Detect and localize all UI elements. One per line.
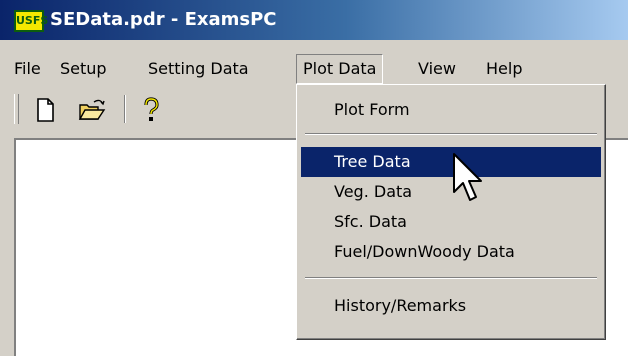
mouse-cursor-icon [453,153,482,201]
menu-setting-data[interactable]: Setting Data [148,56,249,82]
window-title: SEData.pdr - ExamsPC [50,9,277,30]
help-button[interactable] [136,96,166,124]
menu-item-history-remarks[interactable]: History/Remarks [301,291,601,321]
menu-plot-data[interactable]: Plot Data [296,54,384,84]
menu-bar: File Setup Setting Data Plot Data View H… [0,48,628,88]
help-icon [144,97,159,121]
open-folder-icon [78,99,106,120]
title-bar[interactable]: USFS SEData.pdr - ExamsPC [0,0,628,40]
app-shield-icon: USFS [14,10,48,32]
menu-separator [305,133,597,135]
menu-view[interactable]: View [418,56,456,82]
menu-item-fuel-downwoody-data[interactable]: Fuel/DownWoody Data [301,237,601,267]
new-document-button[interactable] [30,96,60,124]
menu-separator [305,277,597,279]
plot-data-dropdown: Plot Form Tree Data Veg. Data Sfc. Data … [296,84,606,340]
menu-item-veg-data[interactable]: Veg. Data [301,177,601,207]
toolbar-separator [124,95,126,123]
menu-help[interactable]: Help [486,56,522,82]
new-document-icon [37,98,54,122]
menu-setup[interactable]: Setup [60,56,107,82]
menu-file[interactable]: File [14,56,41,82]
toolbar-grip[interactable] [14,94,19,124]
menu-item-plot-form[interactable]: Plot Form [301,95,601,125]
menu-item-sfc-data[interactable]: Sfc. Data [301,207,601,237]
open-folder-button[interactable] [76,96,106,124]
menu-item-tree-data[interactable]: Tree Data [301,147,601,177]
